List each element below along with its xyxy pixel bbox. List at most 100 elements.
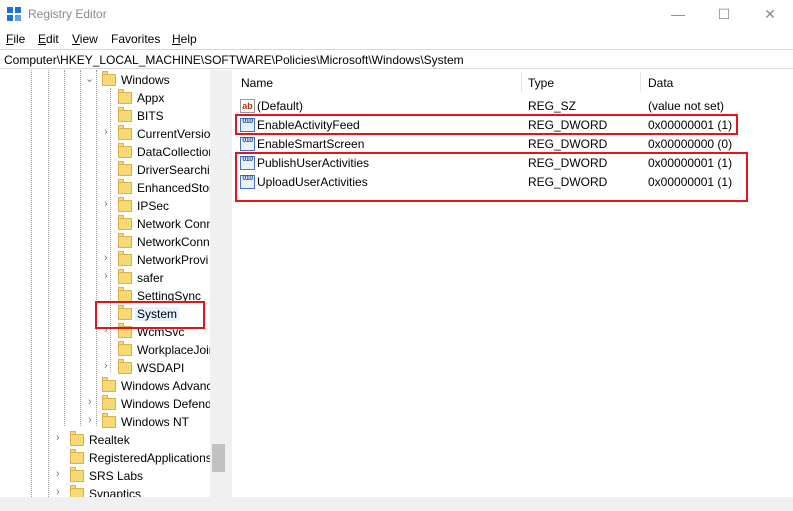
maximize-button[interactable]: ☐ (701, 0, 747, 28)
tree-scrollbar-thumb[interactable] (212, 444, 225, 472)
column-header-name[interactable]: Name (241, 76, 273, 90)
menu-help[interactable]: Help (172, 32, 197, 46)
menu-file[interactable]: File (6, 32, 25, 46)
close-icon: ✕ (764, 5, 776, 22)
address-path[interactable]: Computer\HKEY_LOCAL_MACHINE\SOFTWARE\Pol… (4, 53, 464, 67)
tree-item-label: NetworkConn (137, 235, 210, 249)
folder-icon (102, 377, 116, 392)
tree-item-label: DataCollection (137, 145, 216, 159)
column-header-data[interactable]: Data (648, 76, 673, 90)
highlight-box-enableactivityfeed (235, 114, 738, 135)
folder-icon (118, 89, 132, 104)
folder-icon (118, 161, 132, 176)
column-divider[interactable] (640, 72, 641, 92)
tree-item-bits[interactable]: BITS (0, 107, 210, 125)
tree-item-label: WSDAPI (137, 361, 185, 375)
maximize-icon: ☐ (717, 5, 731, 22)
tree-item-label: IPSec (137, 199, 170, 213)
tree-item-appx[interactable]: Appx (0, 89, 210, 107)
tree-item-wsdapi[interactable]: › WSDAPI (0, 359, 210, 377)
value-name: (Default) (257, 99, 304, 113)
expand-icon[interactable]: › (56, 432, 60, 444)
tree-item-registeredapplications[interactable]: RegisteredApplications (0, 449, 212, 467)
minimize-button[interactable]: — (655, 0, 701, 28)
expand-icon[interactable]: › (104, 198, 108, 210)
menu-favorites[interactable]: Favorites (111, 32, 160, 46)
folder-icon (70, 449, 84, 464)
tree-item-windows-defender[interactable]: › Windows Defender (0, 395, 222, 413)
tree-item-windows-nt[interactable]: › Windows NT (0, 413, 210, 431)
string-value-icon: ab (240, 99, 255, 113)
tree-item-safer[interactable]: › safer (0, 269, 210, 287)
folder-icon (102, 395, 116, 410)
column-divider[interactable] (521, 72, 522, 92)
tree-item-workplacejoin[interactable]: WorkplaceJoin (0, 341, 215, 359)
expand-icon[interactable]: › (104, 252, 108, 264)
tree-item-srs-labs[interactable]: › SRS Labs (0, 467, 210, 485)
dword-value-icon: 010 (240, 137, 255, 151)
expand-icon[interactable]: › (104, 360, 108, 372)
title-bar: Registry Editor — ☐ ✕ (0, 0, 793, 28)
tree-item-label: safer (137, 271, 164, 285)
folder-icon (102, 413, 116, 428)
close-button[interactable]: ✕ (747, 0, 793, 28)
folder-icon (70, 431, 84, 446)
folder-icon (70, 467, 84, 482)
tree-item-windows-advanced[interactable]: Windows Advanced (0, 377, 226, 395)
tree-item-network-conn[interactable]: Network Conn (0, 215, 214, 233)
value-data: 0x00000000 (0) (648, 137, 733, 151)
expand-icon[interactable]: › (104, 126, 108, 138)
tree-item-datacollection[interactable]: DataCollection (0, 143, 215, 161)
key-tree[interactable]: ⌄ Windows Appx BITS › CurrentVersion Dat… (0, 70, 227, 511)
expand-icon[interactable]: › (56, 468, 60, 480)
tree-item-label: WorkplaceJoin (137, 343, 216, 357)
tree-item-networkconn[interactable]: NetworkConn (0, 233, 210, 251)
folder-icon (102, 71, 116, 86)
tree-item-ipsec[interactable]: › IPSec (0, 197, 210, 215)
folder-icon (118, 233, 132, 248)
expand-icon[interactable]: › (88, 396, 92, 408)
tree-item-driversearching[interactable]: DriverSearching (0, 161, 223, 179)
collapse-icon[interactable]: ⌄ (85, 72, 94, 85)
menu-edit[interactable]: Edit (38, 32, 59, 46)
folder-icon (118, 197, 132, 212)
minimize-icon: — (671, 6, 685, 22)
menu-bar: File Edit View Favorites Help (0, 29, 793, 48)
menu-view[interactable]: View (72, 32, 98, 46)
folder-icon (118, 341, 132, 356)
folder-icon (118, 359, 132, 374)
value-row-default[interactable]: ab (Default) REG_SZ (value not set) (232, 96, 793, 115)
tree-item-networkprovider[interactable]: › NetworkProvi (0, 251, 210, 269)
folder-icon (118, 143, 132, 158)
tree-item-label: Windows NT (121, 415, 190, 429)
tree-item-label: Network Conn (137, 217, 214, 231)
folder-icon (118, 269, 132, 284)
tree-item-label: Windows (121, 73, 170, 87)
folder-icon (118, 125, 132, 140)
column-header-type[interactable]: Type (528, 76, 554, 90)
value-row-enablesmartscreen[interactable]: 010 EnableSmartScreen REG_DWORD 0x000000… (232, 134, 793, 153)
folder-icon (118, 251, 132, 266)
tree-item-currentversion[interactable]: › CurrentVersion (0, 125, 217, 143)
value-type: REG_DWORD (528, 137, 608, 151)
values-list[interactable]: Name Type Data ab (Default) REG_SZ (valu… (232, 70, 793, 511)
value-name: EnableSmartScreen (257, 137, 365, 151)
address-bar[interactable]: Computer\HKEY_LOCAL_MACHINE\SOFTWARE\Pol… (0, 49, 793, 69)
value-data: (value not set) (648, 99, 725, 113)
expand-icon[interactable]: › (88, 414, 92, 426)
folder-icon (118, 215, 132, 230)
window-title: Registry Editor (28, 7, 107, 21)
tree-item-windows[interactable]: ⌄ Windows (0, 71, 210, 89)
tree-item-label: RegisteredApplications (89, 451, 212, 465)
tree-item-label: Realtek (89, 433, 130, 447)
tree-item-label: NetworkProvi (137, 253, 209, 267)
horizontal-scrollbar[interactable] (0, 497, 793, 511)
tree-item-realtek[interactable]: › Realtek (0, 431, 210, 449)
value-type: REG_SZ (528, 99, 577, 113)
tree-item-label: Windows Defender (121, 397, 223, 411)
highlight-box-system-key (95, 301, 205, 329)
highlight-box-user-activities (235, 152, 748, 202)
tree-item-label: CurrentVersion (137, 127, 218, 141)
tree-item-enhancedstorage[interactable]: EnhancedStorage (0, 179, 227, 197)
expand-icon[interactable]: › (104, 270, 108, 282)
